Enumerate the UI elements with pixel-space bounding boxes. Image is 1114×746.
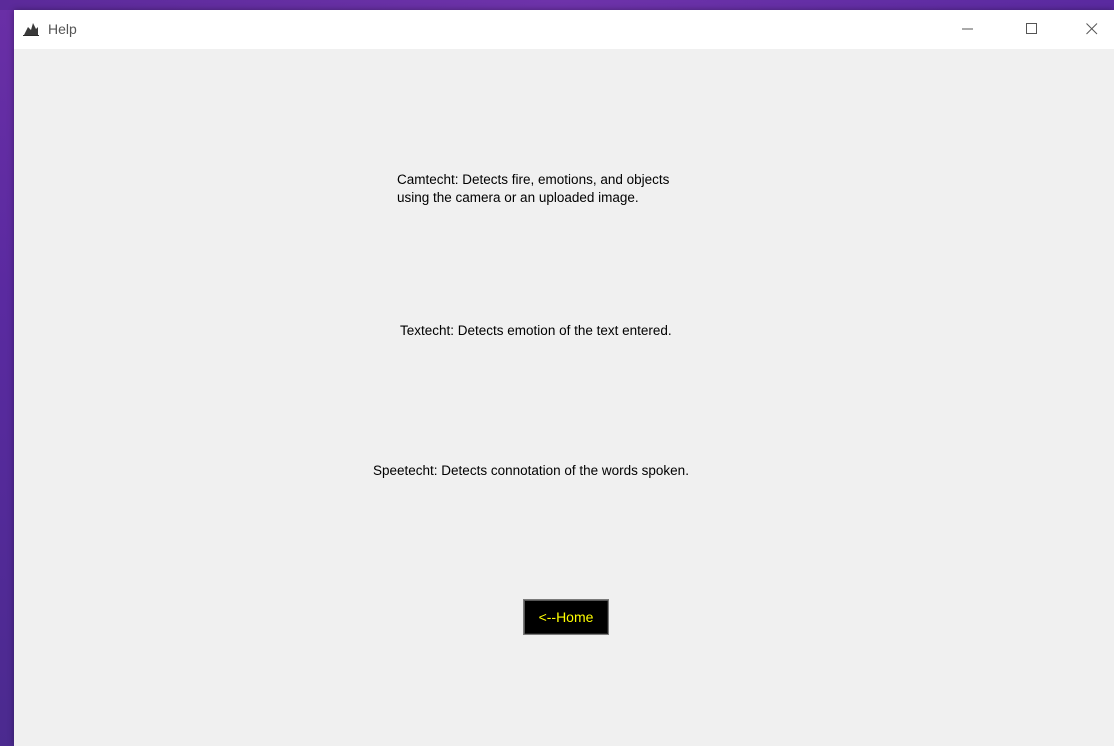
camtecht-description: Camtecht: Detects fire, emotions, and ob…: [397, 172, 670, 205]
maximize-icon: [1026, 20, 1038, 39]
maximize-button[interactable]: [1009, 10, 1055, 49]
python-feather-icon: [22, 21, 40, 37]
textecht-description: Textecht: Detects emotion of the text en…: [400, 323, 672, 338]
desktop-background: [0, 0, 1114, 10]
home-button[interactable]: <--Home: [523, 599, 609, 635]
help-content: Camtecht: Detects fire, emotions, and ob…: [14, 49, 1114, 746]
speetecht-description: Speetecht: Detects connotation of the wo…: [373, 463, 689, 478]
minimize-button[interactable]: [945, 10, 991, 49]
window-title: Help: [48, 21, 77, 37]
title-bar[interactable]: Help: [14, 10, 1114, 49]
minimize-icon: [962, 20, 974, 39]
close-button[interactable]: [1069, 10, 1114, 49]
close-icon: [1086, 20, 1098, 39]
help-window: Help Camtecht: Detects fire, emotions, a…: [14, 10, 1114, 746]
